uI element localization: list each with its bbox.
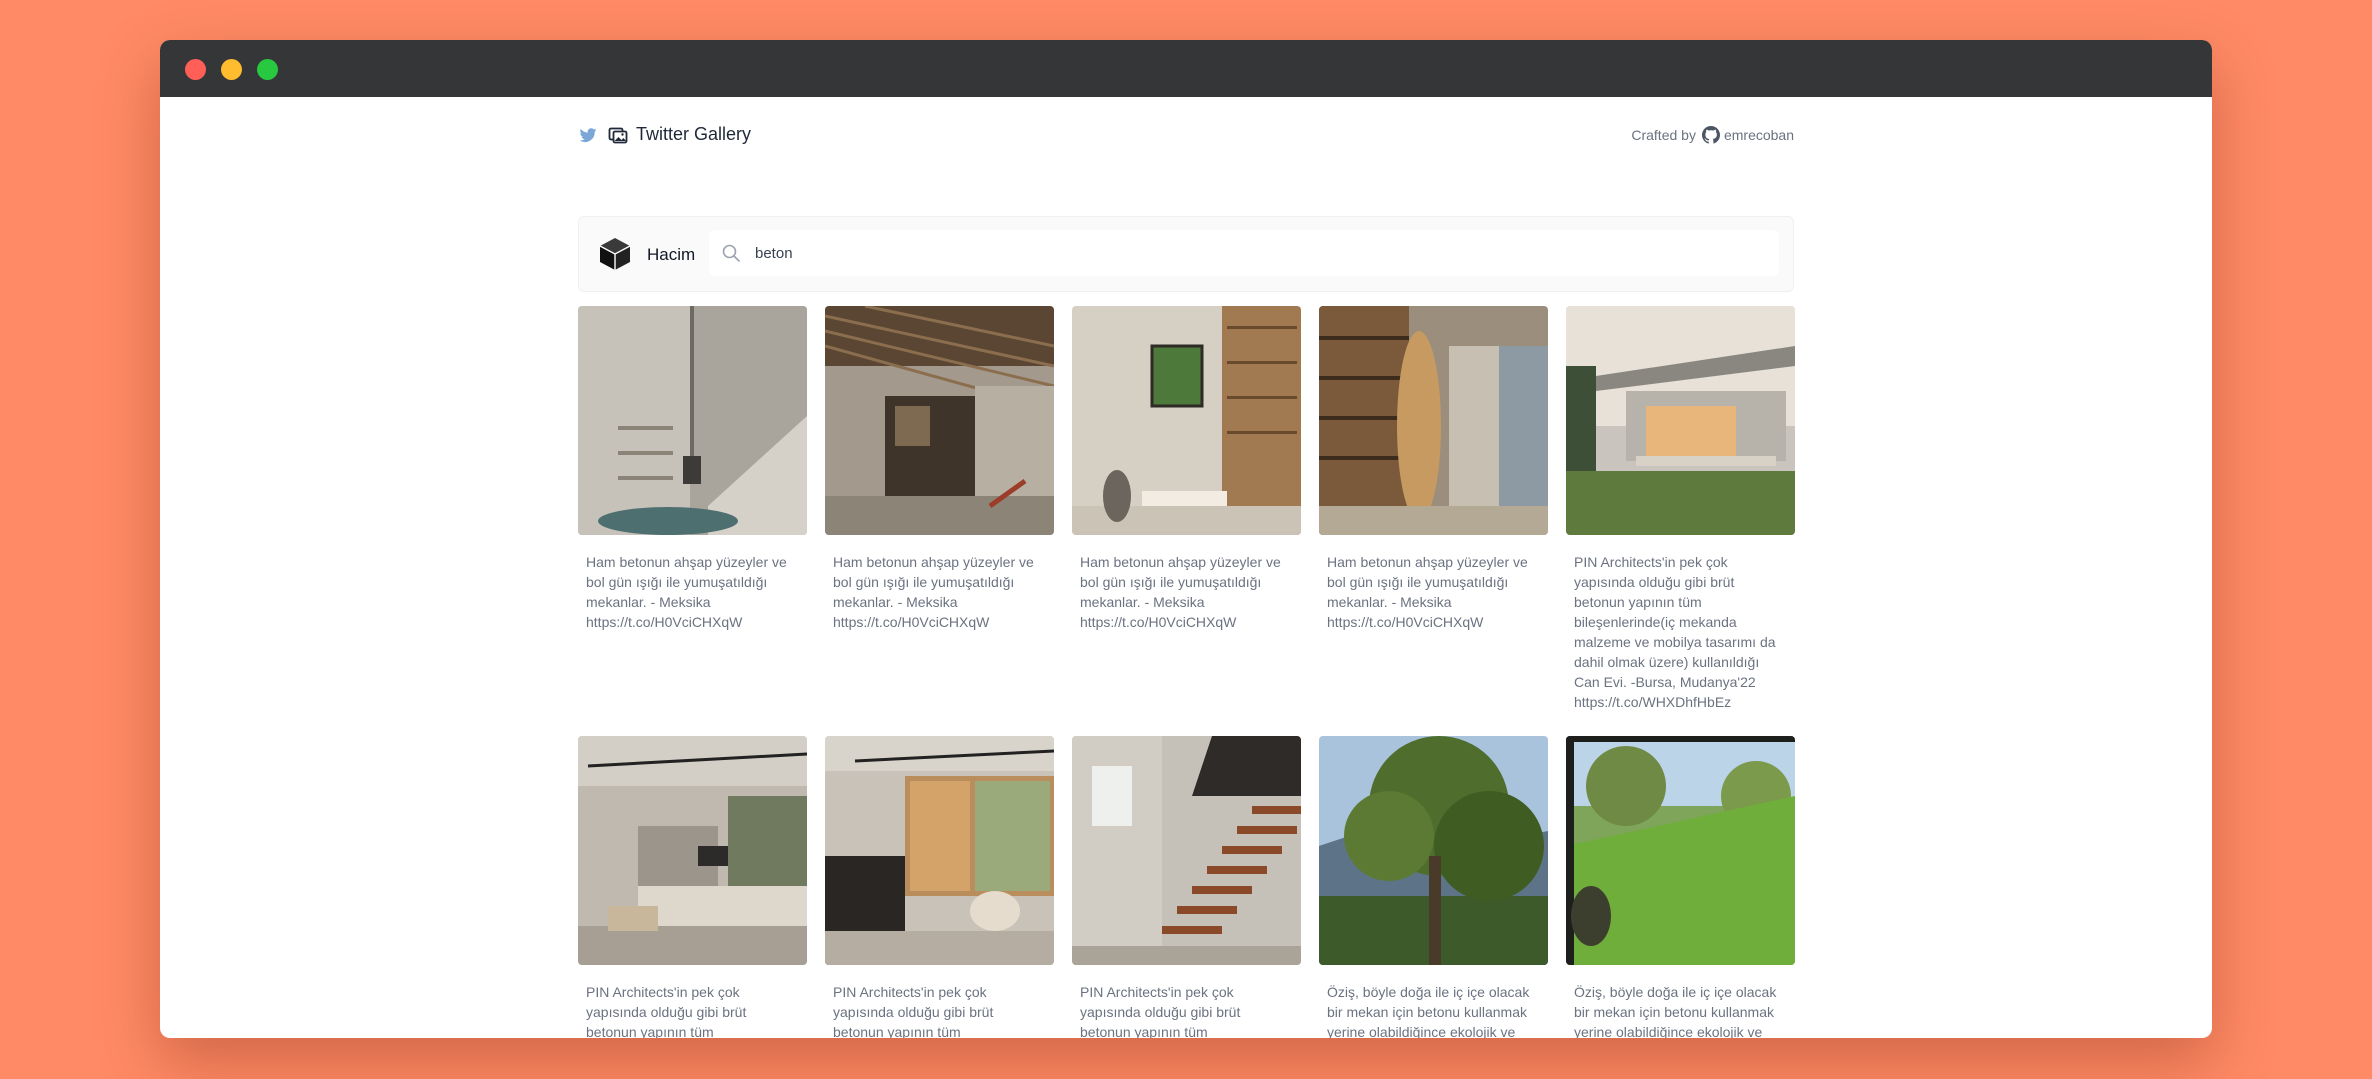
twitter-bird-icon — [579, 127, 597, 142]
gallery-image-icon — [608, 127, 628, 143]
card-caption: Ham betonun ahşap yüzeyler ve bol gün ış… — [586, 554, 787, 630]
site-title: Twitter Gallery — [636, 124, 752, 144]
staircase-photo[interactable] — [1072, 736, 1301, 965]
modern-house-photo[interactable] — [1566, 306, 1795, 535]
gallery-card[interactable]: PIN Architects'in pek çok yapısında oldu… — [825, 736, 1054, 1038]
search-input-value[interactable]: beton — [755, 245, 793, 262]
github-icon — [1701, 126, 1720, 144]
crafted-by: Crafted by emrecoban — [1631, 126, 1794, 144]
card-caption: PIN Architects'in pek çok yapısında oldu… — [1080, 984, 1241, 1038]
gallery-card[interactable]: PIN Architects'in pek çok yapısında oldu… — [1072, 736, 1301, 1038]
bookshelf-corridor-photo[interactable] — [1319, 306, 1548, 535]
card-caption: Öziş, böyle doğa ile iç içe olacak bir m… — [1327, 984, 1530, 1038]
window-titlebar — [160, 40, 2212, 97]
gallery-card[interactable]: Ham betonun ahşap yüzeyler ve bol gün ış… — [1319, 306, 1548, 632]
gallery-card[interactable]: Ham betonun ahşap yüzeyler ve bol gün ış… — [1072, 306, 1301, 632]
living-room-photo[interactable] — [578, 736, 807, 965]
card-caption: PIN Architects'in pek çok yapısında oldu… — [1574, 554, 1776, 710]
gallery-card[interactable]: PIN Architects'in pek çok yapısında oldu… — [1566, 306, 1795, 712]
site-brand[interactable]: Twitter Gallery — [578, 124, 751, 145]
green-hillside-photo[interactable] — [1566, 736, 1795, 965]
search-icon — [722, 244, 740, 262]
brand-name[interactable]: Hacim — [647, 245, 695, 265]
library-dog-photo[interactable] — [1072, 306, 1301, 535]
top-bar: Twitter Gallery Crafted by emrecoban — [578, 97, 1794, 177]
browser-window: Twitter Gallery Crafted by emrecoban Hac… — [160, 40, 2212, 1038]
card-caption: Ham betonun ahşap yüzeyler ve bol gün ış… — [833, 554, 1034, 630]
author-link[interactable]: emrecoban — [1724, 127, 1794, 143]
page-content: Twitter Gallery Crafted by emrecoban Hac… — [578, 97, 1795, 1038]
gallery-card[interactable]: Öziş, böyle doğa ile iç içe olacak bir m… — [1319, 736, 1548, 1038]
kitchen-photo[interactable] — [825, 736, 1054, 965]
close-window-button[interactable] — [185, 59, 206, 80]
search-input[interactable]: beton — [709, 230, 1779, 276]
olive-tree-landscape-photo[interactable] — [1319, 736, 1548, 965]
card-caption: Öziş, böyle doğa ile iç içe olacak bir m… — [1574, 984, 1777, 1038]
card-caption: Ham betonun ahşap yüzeyler ve bol gün ış… — [1080, 554, 1281, 630]
gallery-card[interactable]: Ham betonun ahşap yüzeyler ve bol gün ış… — [825, 306, 1054, 632]
crafted-by-label: Crafted by — [1631, 127, 1696, 143]
pergola-interior-photo[interactable] — [825, 306, 1054, 535]
card-caption: PIN Architects'in pek çok yapısında oldu… — [586, 984, 747, 1038]
search-bar: Hacim beton — [578, 216, 1794, 292]
gallery-card[interactable]: Ham betonun ahşap yüzeyler ve bol gün ış… — [578, 306, 807, 632]
maximize-window-button[interactable] — [257, 59, 278, 80]
gallery-card[interactable]: Öziş, böyle doğa ile iç içe olacak bir m… — [1566, 736, 1795, 1038]
minimize-window-button[interactable] — [221, 59, 242, 80]
card-caption: PIN Architects'in pek çok yapısında oldu… — [833, 984, 994, 1038]
cube-logo-icon — [599, 238, 631, 270]
gallery-card[interactable]: PIN Architects'in pek çok yapısında oldu… — [578, 736, 807, 1038]
card-caption: Ham betonun ahşap yüzeyler ve bol gün ış… — [1327, 554, 1528, 630]
concrete-interior-photo[interactable] — [578, 306, 807, 535]
